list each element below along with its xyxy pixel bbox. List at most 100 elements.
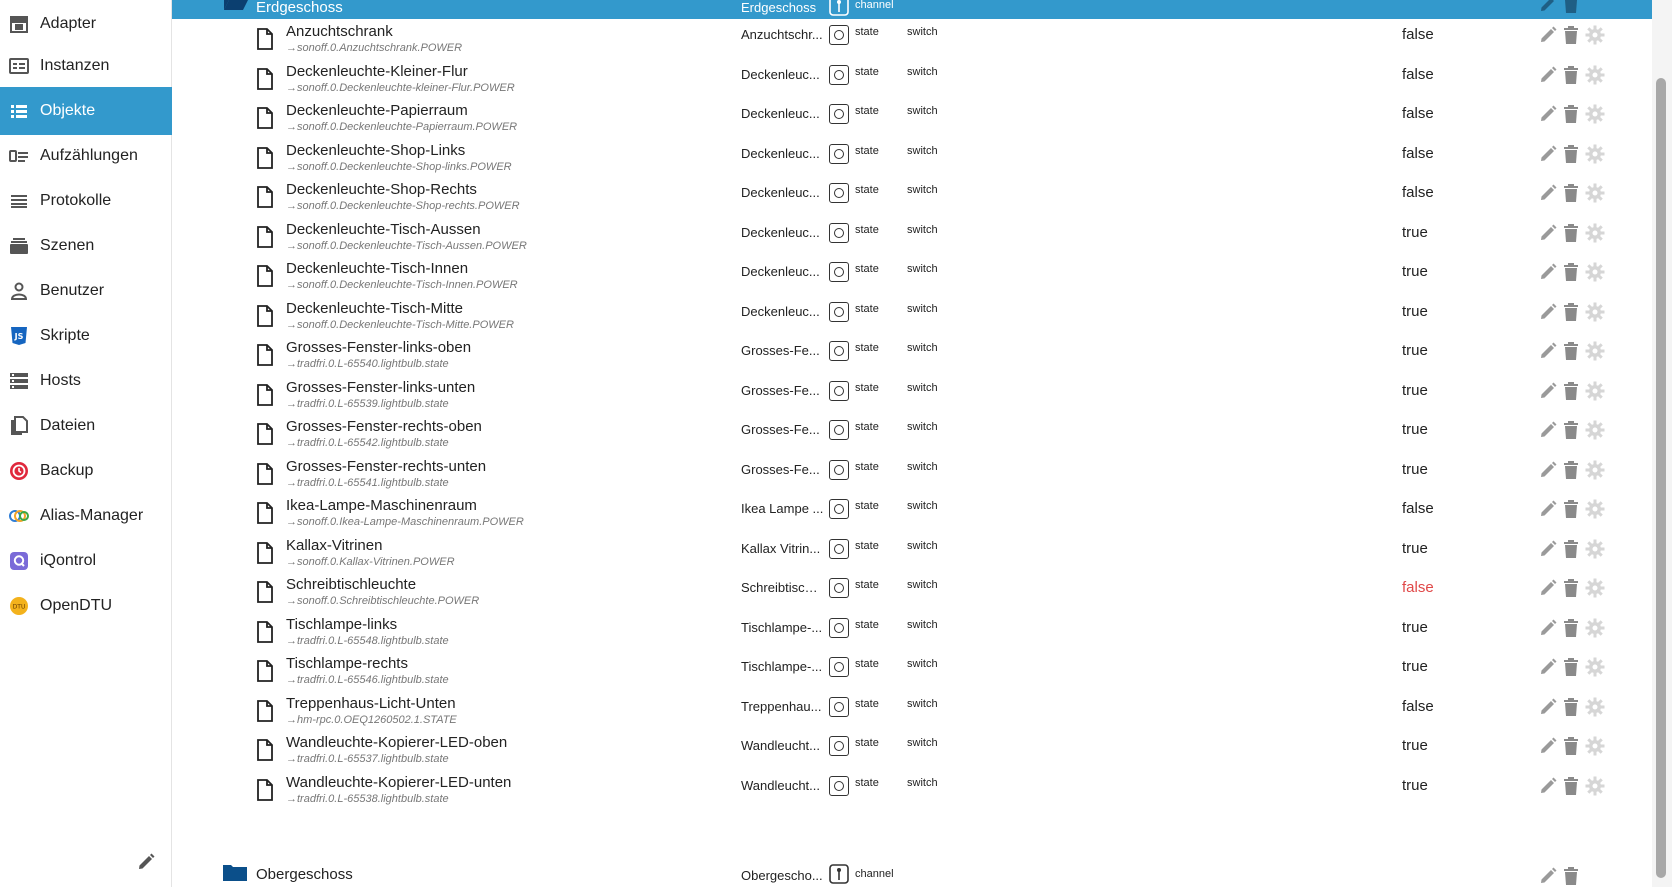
object-value[interactable]: true: [1402, 461, 1428, 478]
edit-pencil-icon[interactable]: [136, 852, 158, 874]
edit-icon[interactable]: [1538, 657, 1558, 679]
edit-icon[interactable]: [1538, 776, 1558, 798]
edit-icon[interactable]: [1538, 578, 1558, 600]
sidebar-item-backup[interactable]: Backup: [0, 447, 172, 495]
delete-icon[interactable]: [1562, 657, 1582, 679]
table-row[interactable]: Deckenleuchte-Tisch-Innen →sonoff.0.Decke…: [172, 253, 1652, 295]
table-row[interactable]: Grosses-Fenster-links-oben →tradfri.0.L-6…: [172, 332, 1652, 374]
edit-icon[interactable]: [1538, 104, 1558, 126]
gear-icon[interactable]: [1585, 420, 1605, 442]
gear-icon[interactable]: [1585, 223, 1605, 245]
table-row[interactable]: Deckenleuchte-Shop-Rechts →sonoff.0.Decke…: [172, 174, 1652, 216]
object-value[interactable]: true: [1402, 263, 1428, 280]
delete-icon[interactable]: [1562, 262, 1582, 284]
edit-icon[interactable]: [1538, 381, 1558, 403]
object-value[interactable]: true: [1402, 421, 1428, 438]
table-row[interactable]: Treppenhaus-Licht-Unten →hm-rpc.0.OEQ1260…: [172, 688, 1652, 730]
table-row[interactable]: Grosses-Fenster-links-unten →tradfri.0.L-…: [172, 372, 1652, 414]
object-value[interactable]: false: [1402, 26, 1434, 43]
sidebar-item-instanzen[interactable]: Instanzen: [0, 42, 172, 90]
sidebar-item-aufzählungen[interactable]: Aufzählungen: [0, 132, 172, 180]
delete-icon[interactable]: [1562, 0, 1582, 16]
table-row[interactable]: Deckenleuchte-Tisch-Mitte →sonoff.0.Decke…: [172, 293, 1652, 335]
table-row[interactable]: Tischlampe-links →tradfri.0.L-65548.light…: [172, 609, 1652, 651]
gear-icon[interactable]: [1585, 539, 1605, 561]
delete-icon[interactable]: [1562, 183, 1582, 205]
delete-icon[interactable]: [1562, 736, 1582, 758]
gear-icon[interactable]: [1585, 341, 1605, 363]
delete-icon[interactable]: [1562, 460, 1582, 482]
object-value[interactable]: true: [1402, 224, 1428, 241]
table-row[interactable]: Wandleuchte-Kopierer-LED-oben →tradfri.0.…: [172, 727, 1652, 769]
delete-icon[interactable]: [1562, 866, 1582, 887]
delete-icon[interactable]: [1562, 144, 1582, 166]
gear-icon[interactable]: [1585, 736, 1605, 758]
edit-icon[interactable]: [1538, 539, 1558, 561]
sidebar-item-hosts[interactable]: Hosts: [0, 357, 172, 405]
delete-icon[interactable]: [1562, 697, 1582, 719]
object-value[interactable]: false: [1402, 698, 1434, 715]
object-value[interactable]: false: [1402, 579, 1434, 596]
folder-row-obergeschoss[interactable]: Obergeschoss Obergescho... channel: [172, 860, 1652, 887]
gear-icon[interactable]: [1585, 499, 1605, 521]
object-value[interactable]: true: [1402, 619, 1428, 636]
delete-icon[interactable]: [1562, 420, 1582, 442]
table-row[interactable]: Wandleuchte-Kopierer-LED-unten →tradfri.0…: [172, 767, 1652, 809]
delete-icon[interactable]: [1562, 25, 1582, 47]
object-value[interactable]: true: [1402, 777, 1428, 794]
object-value[interactable]: true: [1402, 382, 1428, 399]
edit-icon[interactable]: [1538, 736, 1558, 758]
object-value[interactable]: false: [1402, 184, 1434, 201]
scrollbar-thumb[interactable]: [1656, 78, 1666, 878]
edit-icon[interactable]: [1538, 0, 1558, 16]
sidebar-item-dateien[interactable]: Dateien: [0, 402, 172, 450]
delete-icon[interactable]: [1562, 65, 1582, 87]
delete-icon[interactable]: [1562, 341, 1582, 363]
edit-icon[interactable]: [1538, 460, 1558, 482]
gear-icon[interactable]: [1585, 460, 1605, 482]
gear-icon[interactable]: [1585, 381, 1605, 403]
delete-icon[interactable]: [1562, 104, 1582, 126]
delete-icon[interactable]: [1562, 776, 1582, 798]
delete-icon[interactable]: [1562, 223, 1582, 245]
sidebar-item-adapter[interactable]: Adapter: [0, 0, 172, 48]
edit-icon[interactable]: [1538, 341, 1558, 363]
edit-icon[interactable]: [1538, 697, 1558, 719]
gear-icon[interactable]: [1585, 65, 1605, 87]
edit-icon[interactable]: [1538, 866, 1558, 887]
edit-icon[interactable]: [1538, 302, 1558, 324]
sidebar-item-opendtu[interactable]: DTU OpenDTU: [0, 582, 172, 630]
edit-icon[interactable]: [1538, 65, 1558, 87]
sidebar-item-szenen[interactable]: Szenen: [0, 222, 172, 270]
delete-icon[interactable]: [1562, 381, 1582, 403]
table-row[interactable]: Deckenleuchte-Papierraum →sonoff.0.Decken…: [172, 95, 1652, 137]
delete-icon[interactable]: [1562, 302, 1582, 324]
edit-icon[interactable]: [1538, 144, 1558, 166]
gear-icon[interactable]: [1585, 144, 1605, 166]
object-value[interactable]: true: [1402, 658, 1428, 675]
edit-icon[interactable]: [1538, 618, 1558, 640]
sidebar-item-skripte[interactable]: JS Skripte: [0, 312, 172, 360]
sidebar-item-objekte[interactable]: Objekte: [0, 87, 172, 135]
table-row[interactable]: Deckenleuchte-Shop-Links →sonoff.0.Decken…: [172, 135, 1652, 177]
sidebar-item-protokolle[interactable]: Protokolle: [0, 177, 172, 225]
edit-icon[interactable]: [1538, 262, 1558, 284]
object-value[interactable]: true: [1402, 737, 1428, 754]
table-row[interactable]: Schreibtischleuchte →sonoff.0.Schreibtisc…: [172, 569, 1652, 611]
gear-icon[interactable]: [1585, 302, 1605, 324]
sidebar-item-iqontrol[interactable]: iQontrol: [0, 537, 172, 585]
object-value[interactable]: false: [1402, 105, 1434, 122]
object-value[interactable]: true: [1402, 540, 1428, 557]
sidebar-item-benutzer[interactable]: Benutzer: [0, 267, 172, 315]
gear-icon[interactable]: [1585, 262, 1605, 284]
table-row[interactable]: Deckenleuchte-Tisch-Aussen →sonoff.0.Deck…: [172, 214, 1652, 256]
sidebar-item-alias-manager[interactable]: Alias-Manager: [0, 492, 172, 540]
table-row[interactable]: Anzuchtschrank →sonoff.0.Anzuchtschrank.P…: [172, 16, 1652, 58]
delete-icon[interactable]: [1562, 618, 1582, 640]
object-value[interactable]: false: [1402, 500, 1434, 517]
edit-icon[interactable]: [1538, 223, 1558, 245]
object-value[interactable]: false: [1402, 66, 1434, 83]
table-row[interactable]: Kallax-Vitrinen →sonoff.0.Kallax-Vitrinen…: [172, 530, 1652, 572]
gear-icon[interactable]: [1585, 697, 1605, 719]
edit-icon[interactable]: [1538, 420, 1558, 442]
